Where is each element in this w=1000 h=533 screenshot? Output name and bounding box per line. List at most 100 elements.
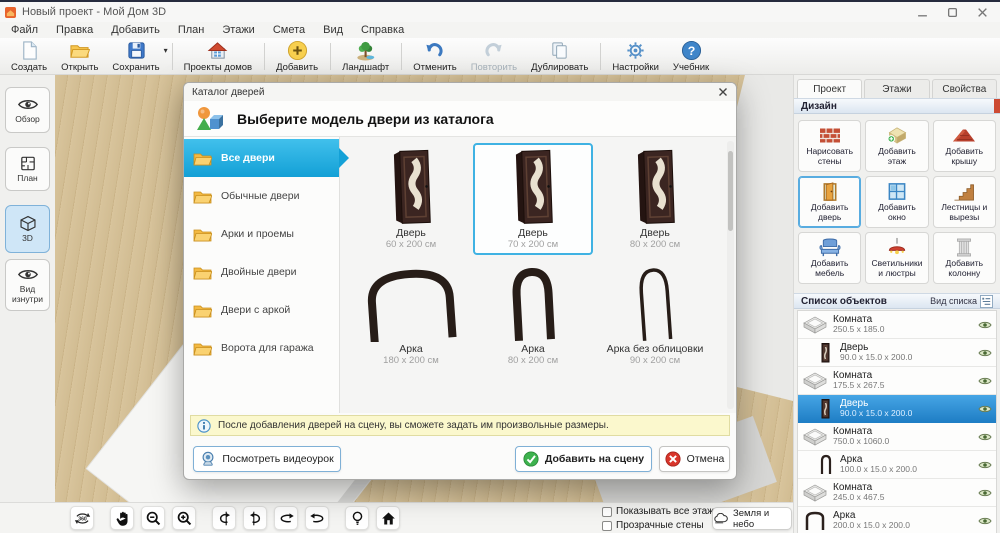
list-view-control[interactable]: Вид списка xyxy=(930,294,993,308)
catalog-scrollbar[interactable] xyxy=(727,141,734,409)
viewport-tool-button[interactable] xyxy=(345,506,369,530)
category-item[interactable]: Обычные двери xyxy=(184,177,339,215)
catalog-item[interactable] xyxy=(473,375,593,413)
viewport-tool-button[interactable] xyxy=(376,506,400,530)
checkbox-box[interactable] xyxy=(602,520,612,531)
design-button[interactable]: Добавить колонну xyxy=(932,232,996,284)
cloud-icon xyxy=(713,513,729,524)
object-row[interactable]: Комната 175.5 x 267.5 xyxy=(798,367,996,395)
design-button[interactable]: Добавить мебель xyxy=(798,232,862,284)
category-item[interactable]: Ворота для гаража xyxy=(184,329,339,367)
object-row[interactable]: Дверь 90.0 x 15.0 x 200.0 xyxy=(798,339,996,367)
menu-item[interactable]: Вид xyxy=(314,24,352,36)
list-view-icon[interactable] xyxy=(980,294,993,308)
object-row[interactable]: Арка 200.0 x 15.0 x 200.0 xyxy=(798,507,996,533)
menu-item[interactable]: Правка xyxy=(47,24,102,36)
design-button[interactable]: Добавить окно xyxy=(865,176,929,228)
svg-text:?: ? xyxy=(687,43,695,57)
design-button[interactable]: Добавить дверь xyxy=(798,176,862,228)
visibility-eye-icon[interactable] xyxy=(978,516,992,526)
toolbar-button[interactable]: Дублировать xyxy=(524,39,602,74)
object-row[interactable]: Арка 100.0 x 15.0 x 200.0 xyxy=(798,451,996,479)
ground-sky-button[interactable]: Земля и небо xyxy=(712,507,792,530)
visibility-eye-icon[interactable] xyxy=(978,404,992,414)
view-mode-button[interactable]: Обзор xyxy=(5,87,50,133)
toolbar-button[interactable]: Создать xyxy=(4,39,54,74)
design-button[interactable]: Нарисовать стены xyxy=(798,120,862,172)
object-row[interactable]: Комната 750.0 x 1060.0 xyxy=(798,423,996,451)
panel-tab[interactable]: Проект xyxy=(797,79,863,98)
viewport-tool-button[interactable] xyxy=(305,506,329,530)
toolbar-button[interactable]: Отменить xyxy=(406,39,463,74)
menu-item[interactable]: Справка xyxy=(352,24,413,36)
toolbar-button[interactable]: ? Учебник xyxy=(666,39,716,74)
category-item[interactable]: Арки и проемы xyxy=(184,215,339,253)
dialog-close-icon[interactable] xyxy=(718,87,728,97)
toolbar-button[interactable]: Проекты домов xyxy=(177,39,266,74)
catalog-item[interactable] xyxy=(595,375,715,413)
add-to-scene-button[interactable]: Добавить на сцену xyxy=(515,446,652,472)
object-row[interactable]: Комната 250.5 x 185.0 xyxy=(798,311,996,339)
catalog-item[interactable]: Дверь 60 x 200 см xyxy=(351,143,471,255)
viewport-tool-button[interactable]: 360 xyxy=(70,506,94,530)
menu-item[interactable]: Смета xyxy=(264,24,314,36)
viewport-tool-button[interactable] xyxy=(141,506,165,530)
view-option-checkbox[interactable]: Показывать все этажи xyxy=(602,505,719,518)
view-option-checkbox[interactable]: Прозрачные стены xyxy=(602,519,719,532)
menu-item[interactable]: Файл xyxy=(2,24,47,36)
catalog-item[interactable] xyxy=(351,375,471,413)
menu-item[interactable]: Этажи xyxy=(213,24,263,36)
design-button[interactable]: Добавить крышу xyxy=(932,120,996,172)
design-button[interactable]: Добавить этаж xyxy=(865,120,929,172)
view-mode-button[interactable]: План xyxy=(5,147,50,191)
scrollbar-thumb[interactable] xyxy=(728,151,733,231)
catalog-item[interactable]: Дверь 70 x 200 см xyxy=(473,143,593,255)
toolbar-button[interactable]: Сохранить xyxy=(105,39,173,74)
info-bar: После добавления дверей на сцену, вы смо… xyxy=(190,415,730,436)
view-mode-button[interactable]: 3D xyxy=(5,205,50,253)
menu-item[interactable]: Добавить xyxy=(102,24,169,36)
toolbar-button[interactable]: Настройки xyxy=(605,39,666,74)
design-button[interactable]: Лестницы и вырезы xyxy=(932,176,996,228)
left-sidebar: Обзор План 3D Вид изнутри xyxy=(0,75,55,502)
object-size: 200.0 x 15.0 x 200.0 xyxy=(833,520,911,531)
visibility-eye-icon[interactable] xyxy=(978,376,992,386)
toolbar-button[interactable]: Ландшафт xyxy=(335,39,403,74)
object-row[interactable]: Комната 245.0 x 467.5 xyxy=(798,479,996,507)
toolbar-button[interactable]: Открыть xyxy=(54,39,105,74)
panel-tab[interactable]: Свойства xyxy=(931,79,997,98)
panel-tab[interactable]: Этажи xyxy=(864,79,930,98)
catalog-item[interactable]: Дверь 80 x 200 см xyxy=(595,143,715,255)
visibility-eye-icon[interactable] xyxy=(978,488,992,498)
viewport-tool-button[interactable] xyxy=(243,506,267,530)
maximize-icon[interactable] xyxy=(947,7,958,18)
catalog-item[interactable]: Арка 180 x 200 см xyxy=(351,259,471,371)
watch-video-button[interactable]: Посмотреть видеоурок xyxy=(193,446,341,472)
toolbar-button[interactable]: Добавить xyxy=(269,39,332,74)
viewport-tool-button[interactable] xyxy=(212,506,236,530)
menu-item[interactable]: План xyxy=(169,24,214,36)
catalog-item[interactable]: Арка 80 x 200 см xyxy=(473,259,593,371)
visibility-eye-icon[interactable] xyxy=(978,320,992,330)
viewport-tool-button[interactable] xyxy=(110,506,134,530)
cancel-button[interactable]: Отмена xyxy=(659,446,730,472)
design-button[interactable]: Светильники и люстры xyxy=(865,232,929,284)
visibility-eye-icon[interactable] xyxy=(978,348,992,358)
visibility-eye-icon[interactable] xyxy=(978,432,992,442)
view-mode-button[interactable]: Вид изнутри xyxy=(5,259,50,311)
object-size: 250.5 x 185.0 xyxy=(833,324,885,335)
category-item[interactable]: Все двери xyxy=(184,139,349,177)
viewport-tool-button[interactable] xyxy=(274,506,298,530)
object-size: 90.0 x 15.0 x 200.0 xyxy=(840,352,913,363)
plan-icon xyxy=(17,155,39,172)
toolbar-button[interactable]: Повторить xyxy=(464,39,524,74)
visibility-eye-icon[interactable] xyxy=(978,460,992,470)
category-item[interactable]: Двери с аркой xyxy=(184,291,339,329)
catalog-item[interactable]: Арка без облицовки 90 x 200 см xyxy=(595,259,715,371)
minimize-icon[interactable] xyxy=(917,7,928,18)
object-row[interactable]: Дверь 90.0 x 15.0 x 200.0 xyxy=(798,395,996,423)
checkbox-box[interactable] xyxy=(602,506,612,517)
category-item[interactable]: Двойные двери xyxy=(184,253,339,291)
viewport-tool-button[interactable] xyxy=(172,506,196,530)
close-icon[interactable] xyxy=(977,7,988,18)
